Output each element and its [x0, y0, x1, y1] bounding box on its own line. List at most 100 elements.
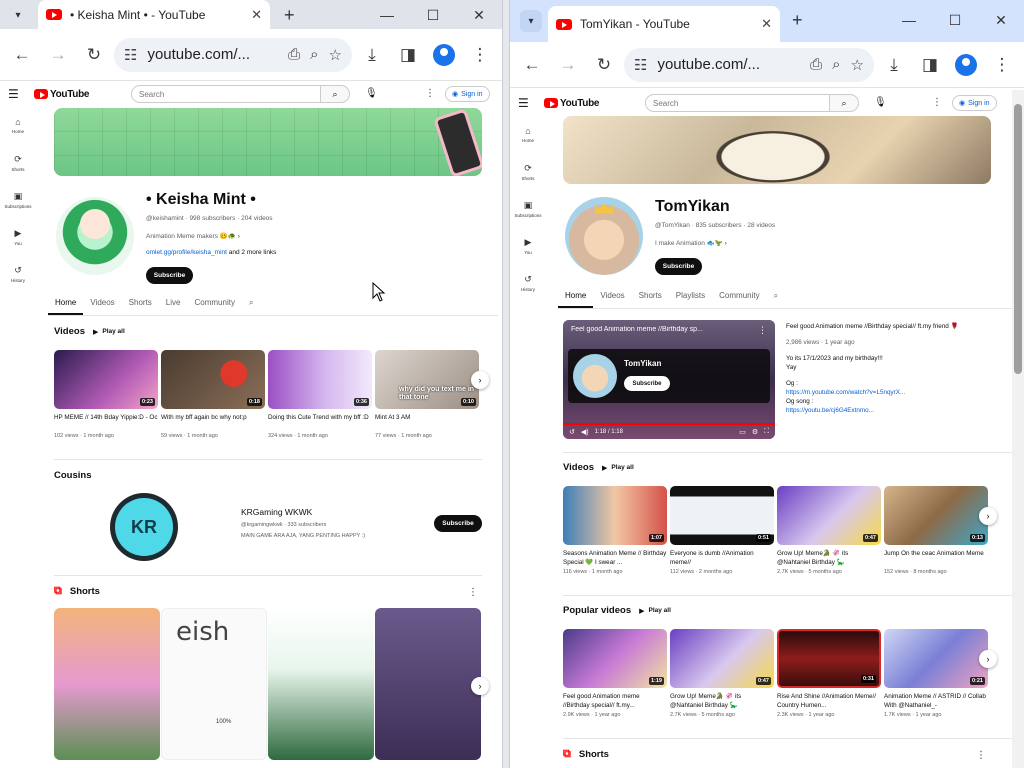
- featured-link[interactable]: https://youtu.be/cj6G4Extnmo...: [786, 407, 874, 414]
- video-title[interactable]: Feel good Animation meme //Birthday spec…: [563, 692, 667, 710]
- settings-menu-icon[interactable]: ⋮: [425, 88, 435, 99]
- video-card[interactable]: 0:47 Grow Up! Meme🐊 🦑 its @Nahtaniel Bir…: [777, 486, 881, 575]
- browser-menu-icon[interactable]: ⋮: [986, 49, 1018, 81]
- video-card[interactable]: why did you text me in that tone 0:10 Mi…: [375, 350, 479, 439]
- download-icon[interactable]: ⤓: [878, 49, 910, 81]
- video-thumbnail[interactable]: 1:19: [563, 629, 667, 688]
- bookmark-star-icon[interactable]: ☆: [851, 56, 864, 74]
- endscreen-card[interactable]: TomYikan Subscribe: [568, 349, 770, 403]
- replay-icon[interactable]: ↺: [569, 428, 575, 436]
- download-icon[interactable]: ⤓: [356, 39, 388, 71]
- side-panel-icon[interactable]: ◨: [392, 39, 424, 71]
- video-card[interactable]: 0:47 Grow Up! Meme🐊 🦑 its @Nahtaniel Bir…: [670, 629, 774, 718]
- site-info-icon[interactable]: ☷: [634, 56, 647, 74]
- short-card[interactable]: [375, 608, 481, 760]
- video-thumbnail[interactable]: 0:31: [777, 629, 881, 688]
- video-thumbnail[interactable]: 0:47: [777, 486, 881, 545]
- video-card[interactable]: 0:13 Jump On the ceac Animation Meme 152…: [884, 486, 988, 575]
- search-input[interactable]: Search: [131, 85, 321, 103]
- video-thumbnail[interactable]: 0:47: [670, 629, 774, 688]
- search-button-icon[interactable]: ⌕: [829, 94, 859, 112]
- video-title[interactable]: HP MEME // 14th Bday Yippie:D - Oc: [54, 413, 158, 431]
- play-all-button[interactable]: Play all: [639, 607, 671, 615]
- player-menu-icon[interactable]: ⋮: [758, 325, 767, 336]
- search-input[interactable]: Search: [645, 94, 830, 112]
- back-icon[interactable]: ←: [6, 39, 38, 71]
- reload-icon[interactable]: ↻: [78, 39, 110, 71]
- address-bar[interactable]: ☷ youtube.com/... ⎙ ⌕ ☆: [624, 47, 874, 82]
- channel-description[interactable]: Animation Meme makers 🥴🐢 ›: [146, 232, 240, 240]
- tab-playlists[interactable]: Playlists: [669, 291, 712, 308]
- carousel-next-icon[interactable]: ›: [979, 650, 997, 668]
- microphone-icon[interactable]: 🎙: [365, 88, 378, 99]
- minimize-icon[interactable]: —: [886, 9, 932, 31]
- browser-tab[interactable]: TomYikan - YouTube ✕: [548, 6, 780, 42]
- video-title[interactable]: Grow Up! Meme🐊 🦑 its @Nahtaniel Birthday…: [777, 549, 881, 567]
- video-title[interactable]: With my bff again bc why not:p: [161, 413, 265, 431]
- play-all-button[interactable]: Play all: [93, 328, 124, 336]
- page-scrollbar[interactable]: [1012, 90, 1024, 768]
- video-thumbnail[interactable]: 1:07: [563, 486, 667, 545]
- video-card[interactable]: 0:23 HP MEME // 14th Bday Yippie:D - Oc …: [54, 350, 158, 439]
- featured-title[interactable]: Feel good Animation meme //Birthday spec…: [786, 322, 996, 331]
- captions-icon[interactable]: ▭: [739, 428, 746, 436]
- video-thumbnail[interactable]: 0:13: [884, 486, 988, 545]
- carousel-next-icon[interactable]: ›: [471, 371, 489, 389]
- new-tab-icon[interactable]: +: [792, 10, 803, 31]
- subscribe-button[interactable]: Subscribe: [655, 258, 702, 275]
- site-info-icon[interactable]: ☷: [124, 46, 137, 64]
- tab-home[interactable]: Home: [558, 291, 594, 308]
- install-app-icon[interactable]: ⎙: [288, 46, 300, 63]
- sign-in-button[interactable]: ◉ Sign in: [445, 86, 490, 102]
- player-settings-icon[interactable]: ⚙: [752, 428, 758, 436]
- zoom-icon[interactable]: ⌕: [832, 56, 840, 73]
- video-title[interactable]: Everyone is dumb //Animation meme//: [670, 549, 774, 567]
- video-title[interactable]: Grow Up! Meme🐊 🦑 its @Nahtaniel Birthday…: [670, 692, 774, 710]
- video-title[interactable]: Animation Meme // ASTRID // Collab With …: [884, 692, 988, 710]
- endscreen-subscribe-button[interactable]: Subscribe: [624, 376, 670, 391]
- featured-link[interactable]: https://m.youtube.com/watch?v=L5nqyrX...: [786, 389, 905, 396]
- featured-video-player[interactable]: Feel good Animation meme //Birthday sp..…: [563, 320, 775, 439]
- channel-links[interactable]: omlet.gg/profile/keisha_mint and 2 more …: [146, 249, 276, 256]
- search-button-icon[interactable]: ⌕: [320, 85, 350, 103]
- tab-shorts[interactable]: Shorts: [122, 298, 159, 315]
- video-title[interactable]: Jump On the ceac Animation Meme: [884, 549, 988, 567]
- shorts-next-icon[interactable]: ›: [471, 677, 489, 695]
- short-card[interactable]: [54, 608, 160, 760]
- video-card[interactable]: 1:07 Seasons Animation Meme // Birthday …: [563, 486, 667, 575]
- cousin-subscribe-button[interactable]: Subscribe: [434, 515, 482, 532]
- microphone-icon[interactable]: 🎙: [874, 97, 887, 108]
- install-app-icon[interactable]: ⎙: [810, 56, 822, 73]
- video-thumbnail[interactable]: 0:51: [670, 486, 774, 545]
- tab-videos[interactable]: Videos: [593, 291, 631, 308]
- settings-menu-icon[interactable]: ⋮: [932, 97, 942, 108]
- guide-menu-icon[interactable]: ☰: [8, 87, 26, 101]
- url-text[interactable]: youtube.com/...: [147, 46, 278, 63]
- short-card[interactable]: eish 100%: [161, 608, 267, 760]
- video-title[interactable]: Mint At 3 AM: [375, 413, 479, 431]
- forward-icon[interactable]: →: [42, 39, 74, 71]
- close-tab-icon[interactable]: ✕: [761, 16, 772, 32]
- sign-in-button[interactable]: ◉ Sign in: [952, 95, 997, 111]
- channel-link[interactable]: omlet.gg/profile/keisha_mint: [146, 249, 227, 256]
- carousel-next-icon[interactable]: ›: [979, 507, 997, 525]
- video-thumbnail[interactable]: 0:18: [161, 350, 265, 409]
- url-text[interactable]: youtube.com/...: [657, 56, 800, 73]
- browser-menu-icon[interactable]: ⋮: [464, 39, 496, 71]
- video-card[interactable]: 0:51 Everyone is dumb //Animation meme//…: [670, 486, 774, 575]
- player-title[interactable]: Feel good Animation meme //Birthday sp..…: [571, 326, 741, 333]
- channel-avatar[interactable]: [565, 197, 643, 275]
- video-card[interactable]: 0:36 Doing this Cute Trend with my bff :…: [268, 350, 372, 439]
- tab-search-icon[interactable]: ▾: [8, 5, 28, 25]
- fullscreen-icon[interactable]: ⛶: [764, 428, 769, 436]
- tab-search-icon[interactable]: ▾: [520, 10, 542, 32]
- close-window-icon[interactable]: ✕: [456, 4, 502, 26]
- close-tab-icon[interactable]: ✕: [251, 7, 262, 23]
- close-window-icon[interactable]: ✕: [978, 9, 1024, 31]
- play-all-button[interactable]: Play all: [602, 464, 633, 472]
- video-title[interactable]: Doing this Cute Trend with my bff :D: [268, 413, 372, 431]
- zoom-icon[interactable]: ⌕: [310, 46, 318, 63]
- maximize-icon[interactable]: ☐: [410, 4, 456, 26]
- video-card[interactable]: 0:18 With my bff again bc why not:p 59 v…: [161, 350, 265, 439]
- profile-icon[interactable]: [950, 49, 982, 81]
